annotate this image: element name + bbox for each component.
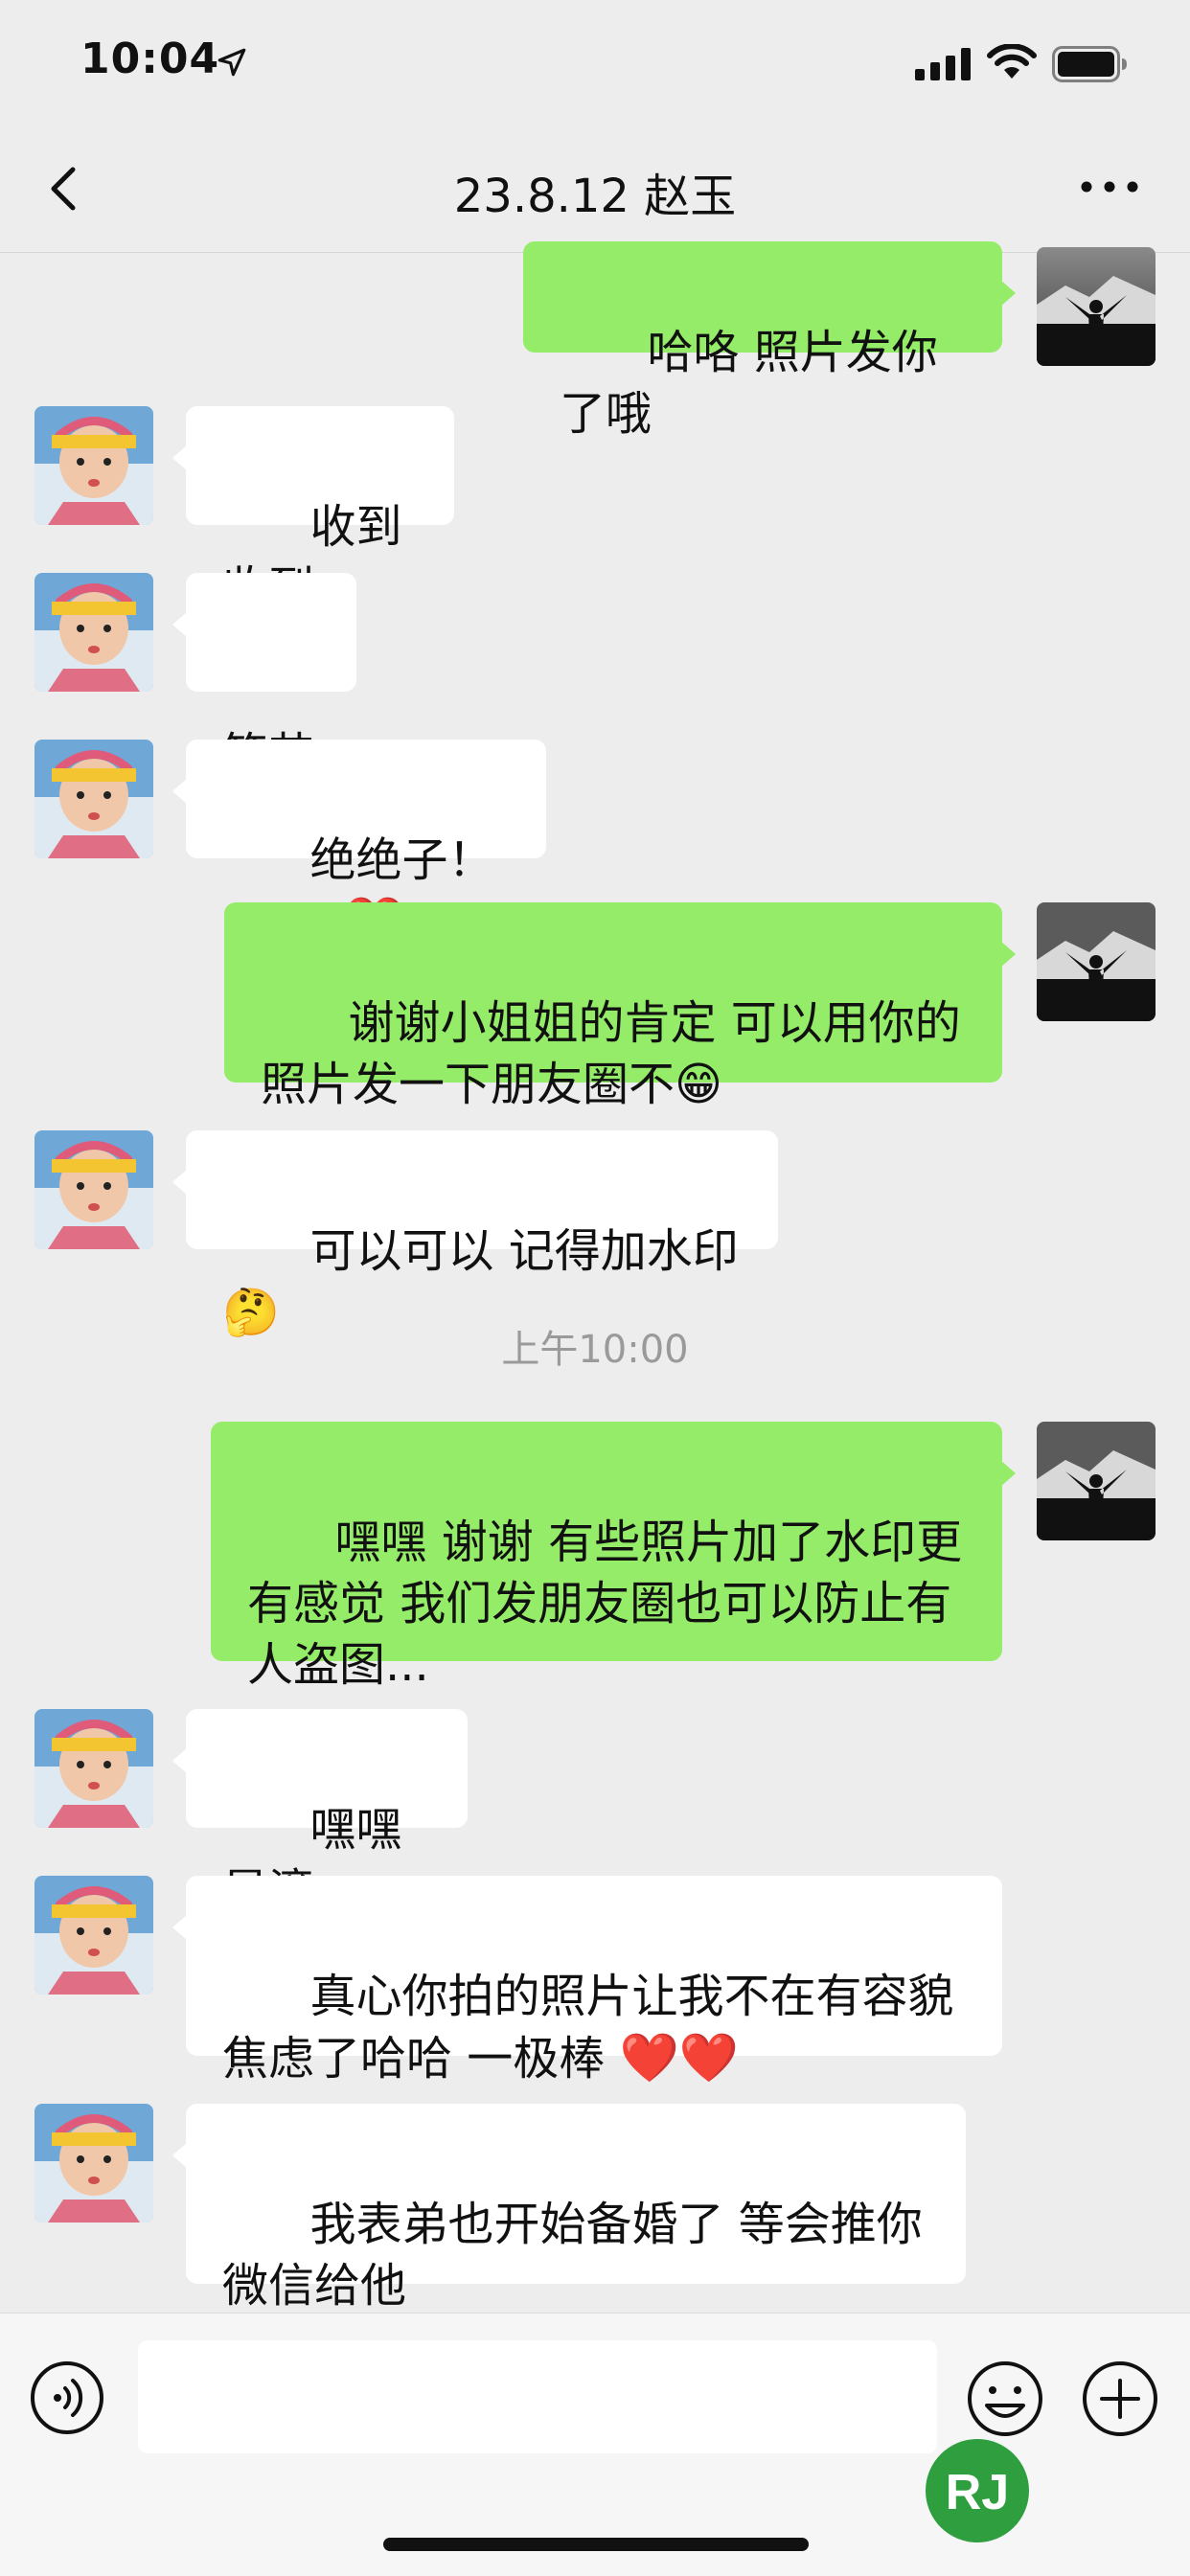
status-bar: 10:04 [0,0,1190,129]
message-input[interactable] [138,2340,937,2453]
message-bubble[interactable]: 笔芯 [172,573,356,782]
message-text: 真心你拍的照片让我不在有容貌焦虑了哈哈 一极棒 [222,1970,954,2086]
contact-avatar[interactable] [34,406,153,525]
contact-avatar[interactable] [34,1709,153,1828]
chat-area[interactable]: 哈咯 照片发你了哦 收到收到 笔芯 绝绝子！ ❤️ [0,241,1190,2313]
message-incoming: 笔芯 [0,573,1190,782]
contact-avatar[interactable] [34,1130,153,1249]
message-bubble[interactable]: 真心你拍的照片让我不在有容貌焦虑了哈哈 一极棒 ❤️❤️ [172,1876,1002,2086]
message-bubble[interactable]: 嘿嘿 是滴 [172,1709,468,1918]
plus-icon[interactable] [1081,2359,1159,2438]
message-incoming: 可以可以 记得加水印🤔 [0,1130,1190,1339]
message-bubble[interactable]: 谢谢小姐姐的肯定 可以用你的照片发一下朋友圈不😁 [224,902,1016,1111]
cellular-signal-icon [915,48,971,80]
contact-avatar[interactable] [34,573,153,692]
input-bar: RJ [0,2313,1190,2576]
my-avatar[interactable] [1037,902,1156,1021]
message-outgoing: 嘿嘿 谢谢 有些照片加了水印更有感觉 我们发朋友圈也可以防止有人盗图... [0,1422,1190,1692]
contact-avatar[interactable] [34,740,153,858]
message-incoming: 收到收到 [0,406,1190,615]
location-arrow-icon [217,48,246,77]
more-options-icon[interactable] [1073,168,1150,206]
watermark-logo: RJ [926,2439,1029,2542]
emoji-icon[interactable] [966,2359,1044,2438]
my-avatar[interactable] [1037,1422,1156,1540]
message-text: 谢谢小姐姐的肯定 可以用你的照片发一下朋友圈不😁 [261,996,961,1111]
home-indicator[interactable] [383,2538,809,2551]
message-outgoing: 谢谢小姐姐的肯定 可以用你的照片发一下朋友圈不😁 [0,902,1190,1111]
message-bubble[interactable]: 嘿嘿 谢谢 有些照片加了水印更有感觉 我们发朋友圈也可以防止有人盗图... [211,1422,1016,1692]
message-text: 嘿嘿 谢谢 有些照片加了水印更有感觉 我们发朋友圈也可以防止有人盗图... [247,1516,963,1692]
voice-icon[interactable] [29,2359,105,2436]
contact-avatar[interactable] [34,1876,153,1995]
status-time: 10:04 [80,34,220,83]
time-divider: 上午10:00 [501,1328,689,1372]
contact-avatar[interactable] [34,2104,153,2223]
my-avatar[interactable] [1037,247,1156,366]
message-text: 我表弟也开始备婚了 等会推你微信给他 [222,2198,923,2313]
message-text: 绝绝子！ [309,833,494,887]
chat-title: 23.8.12 赵玉 [453,170,737,223]
wifi-icon [987,44,1037,79]
message-bubble[interactable]: 绝绝子！ ❤️ [172,740,546,949]
message-bubble[interactable]: 我表弟也开始备婚了 等会推你微信给他 [172,2104,966,2313]
message-incoming: 真心你拍的照片让我不在有容貌焦虑了哈哈 一极棒 ❤️❤️ [0,1876,1190,2086]
message-outgoing: 哈咯 照片发你了哦 [0,241,1190,441]
svg-text:RJ: RJ [946,2465,1009,2520]
message-bubble[interactable]: 可以可以 记得加水印🤔 [172,1130,778,1339]
message-incoming: 我表弟也开始备婚了 等会推你微信给他 [0,2104,1190,2313]
message-bubble[interactable]: 收到收到 [172,406,454,615]
battery-icon [1052,46,1127,82]
message-incoming: 嘿嘿 是滴 [0,1709,1190,1918]
message-incoming: 绝绝子！ ❤️ [0,740,1190,949]
nav-bar: 23.8.12 赵玉 [0,129,1190,253]
heart-emoji: ❤️❤️ [619,2030,740,2086]
message-bubble[interactable]: 哈咯 照片发你了哦 [523,241,1016,441]
